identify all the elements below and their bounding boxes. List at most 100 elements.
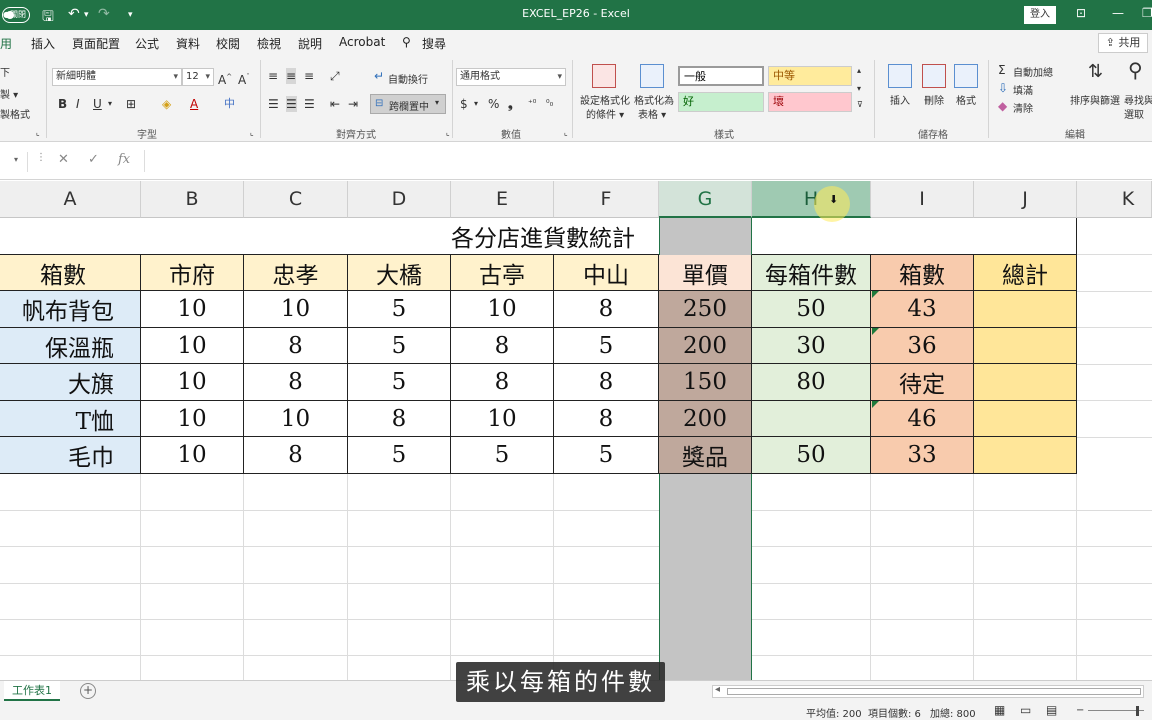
align-right-icon[interactable]: ☰ bbox=[304, 96, 315, 112]
scrollbar-thumb[interactable] bbox=[727, 688, 1141, 695]
cell-shifu[interactable]: 10 bbox=[141, 401, 244, 437]
align-center-icon[interactable]: ☰ bbox=[286, 96, 297, 112]
delete-cells-icon[interactable] bbox=[922, 64, 946, 88]
find-icon[interactable]: ⚲ bbox=[1128, 60, 1143, 80]
align-top-icon[interactable]: ≡ bbox=[268, 68, 278, 84]
cell-zhongxiao[interactable]: 8 bbox=[244, 328, 348, 364]
cell-shifu[interactable]: 10 bbox=[141, 364, 244, 401]
cell-item[interactable]: 大旗 bbox=[0, 364, 141, 401]
header-cell-guting[interactable]: 古亭 bbox=[451, 255, 554, 291]
grow-font-icon[interactable]: A^ bbox=[218, 69, 232, 88]
number-launcher-icon[interactable]: ⌞ bbox=[564, 128, 568, 137]
percent-icon[interactable]: % bbox=[488, 96, 499, 112]
tab-home[interactable]: 用 bbox=[0, 35, 12, 52]
format-cells-icon[interactable] bbox=[954, 64, 978, 88]
cell-daqiao[interactable]: 5 bbox=[348, 328, 451, 364]
styles-scroll-down-icon[interactable]: ▾ bbox=[857, 84, 861, 93]
cell-item[interactable]: 帆布背包 bbox=[0, 291, 141, 328]
cell-zhongxiao[interactable]: 10 bbox=[244, 291, 348, 328]
bold-icon[interactable]: B bbox=[58, 96, 67, 112]
header-cell-daqiao[interactable]: 大橋 bbox=[348, 255, 451, 291]
cell-zhongxiao[interactable]: 10 bbox=[244, 401, 348, 437]
conditional-formatting-label-2[interactable]: 的條件 ▾ bbox=[586, 106, 624, 121]
cell-zhongshan[interactable]: 8 bbox=[554, 291, 659, 328]
share-button[interactable]: ⇪ 共用 bbox=[1098, 33, 1148, 53]
cell-zhongshan[interactable]: 5 bbox=[554, 328, 659, 364]
tab-review[interactable]: 校閱 bbox=[216, 35, 240, 52]
cell-per-box[interactable] bbox=[752, 401, 871, 437]
align-middle-icon[interactable]: ≡ bbox=[286, 68, 297, 84]
horizontal-scrollbar[interactable]: ◂ bbox=[712, 684, 1144, 698]
tab-help[interactable]: 說明 bbox=[298, 35, 322, 52]
cell-shifu[interactable]: 10 bbox=[141, 291, 244, 328]
header-cell-item[interactable]: 箱數 bbox=[0, 255, 141, 291]
cell-zhongshan[interactable]: 8 bbox=[554, 401, 659, 437]
cell-daqiao[interactable]: 5 bbox=[348, 364, 451, 401]
column-header-g[interactable]: G bbox=[659, 181, 752, 218]
signin-button[interactable]: 登入 bbox=[1024, 6, 1056, 24]
header-cell-per-box[interactable]: 每箱件數 bbox=[752, 255, 871, 291]
column-header-k[interactable]: K bbox=[1077, 181, 1152, 218]
fill-button[interactable]: 填滿 bbox=[1013, 82, 1033, 97]
merge-center-button[interactable]: ⊟ 跨欄置中 ▾ bbox=[370, 94, 446, 114]
format-as-table-icon[interactable] bbox=[640, 64, 664, 88]
name-box[interactable]: ▾ bbox=[0, 152, 28, 172]
cell-boxes[interactable]: 36 bbox=[871, 328, 974, 364]
style-neutral[interactable]: 中等 bbox=[768, 66, 852, 86]
delete-cells-button[interactable]: 刪除 bbox=[924, 92, 944, 107]
column-header-d[interactable]: D bbox=[348, 181, 451, 218]
decrease-indent-icon[interactable]: ⇤ bbox=[330, 96, 340, 112]
increase-decimal-icon[interactable]: ⁺⁰ bbox=[528, 96, 536, 112]
add-sheet-icon[interactable]: + bbox=[80, 683, 96, 699]
cell-total[interactable] bbox=[974, 437, 1077, 474]
cell-guting[interactable]: 8 bbox=[451, 364, 554, 401]
font-name-combo[interactable]: 新細明體 bbox=[52, 68, 182, 86]
scroll-left-icon[interactable]: ◂ bbox=[715, 684, 720, 695]
cell-per-box[interactable]: 50 bbox=[752, 291, 871, 328]
style-normal[interactable]: 一般 bbox=[678, 66, 764, 86]
currency-icon[interactable]: $ bbox=[460, 96, 468, 112]
number-format-combo[interactable]: 通用格式 bbox=[456, 68, 566, 86]
cell-item[interactable]: 毛巾 bbox=[0, 437, 141, 474]
clipboard-launcher-icon[interactable]: ⌞ bbox=[36, 128, 40, 137]
header-cell-price[interactable]: 單價 bbox=[659, 255, 752, 291]
autosum-icon[interactable]: Σ bbox=[998, 62, 1006, 78]
cell-total[interactable] bbox=[974, 291, 1077, 328]
column-header-e[interactable]: E bbox=[451, 181, 554, 218]
decrease-decimal-icon[interactable]: ⁰₀ bbox=[546, 96, 553, 112]
insert-function-icon[interactable]: fx bbox=[118, 152, 130, 167]
tab-insert[interactable]: 插入 bbox=[31, 35, 55, 52]
cell-daqiao[interactable]: 5 bbox=[348, 291, 451, 328]
increase-indent-icon[interactable]: ⇥ bbox=[348, 96, 358, 112]
font-size-combo[interactable]: 12 bbox=[182, 68, 214, 86]
tab-search[interactable]: 搜尋 bbox=[422, 35, 446, 52]
header-cell-total[interactable]: 總計 bbox=[974, 255, 1077, 291]
font-launcher-icon[interactable]: ⌞ bbox=[250, 128, 254, 137]
header-cell-zhongxiao[interactable]: 忠孝 bbox=[244, 255, 348, 291]
cell-zhongshan[interactable]: 8 bbox=[554, 364, 659, 401]
tab-formulas[interactable]: 公式 bbox=[135, 35, 159, 52]
currency-dropdown-icon[interactable]: ▾ bbox=[474, 96, 478, 112]
cell-zhongshan[interactable]: 5 bbox=[554, 437, 659, 474]
cell-guting[interactable]: 8 bbox=[451, 328, 554, 364]
cell-price[interactable]: 200 bbox=[659, 328, 752, 364]
column-header-c[interactable]: C bbox=[244, 181, 348, 218]
underline-icon[interactable]: U bbox=[93, 96, 102, 112]
column-header-b[interactable]: B bbox=[141, 181, 244, 218]
sort-filter-button[interactable]: 排序與篩選 bbox=[1070, 92, 1120, 107]
cell-total[interactable] bbox=[974, 328, 1077, 364]
zoom-slider-thumb[interactable] bbox=[1136, 706, 1139, 716]
italic-icon[interactable]: I bbox=[76, 96, 80, 112]
styles-scroll-up-icon[interactable]: ▴ bbox=[857, 66, 861, 75]
title-row-empty[interactable] bbox=[752, 218, 1077, 255]
wrap-text-icon[interactable]: ↵ bbox=[374, 68, 384, 84]
cell-guting[interactable]: 10 bbox=[451, 401, 554, 437]
wrap-text-button[interactable]: 自動換行 bbox=[388, 71, 428, 86]
cell-total[interactable] bbox=[974, 364, 1077, 401]
clear-button[interactable]: 清除 bbox=[1013, 100, 1033, 115]
header-cell-zhongshan[interactable]: 中山 bbox=[554, 255, 659, 291]
cell-guting[interactable]: 5 bbox=[451, 437, 554, 474]
insert-cells-button[interactable]: 插入 bbox=[890, 92, 910, 107]
conditional-formatting-icon[interactable] bbox=[592, 64, 616, 88]
tab-acrobat[interactable]: Acrobat bbox=[339, 35, 385, 49]
